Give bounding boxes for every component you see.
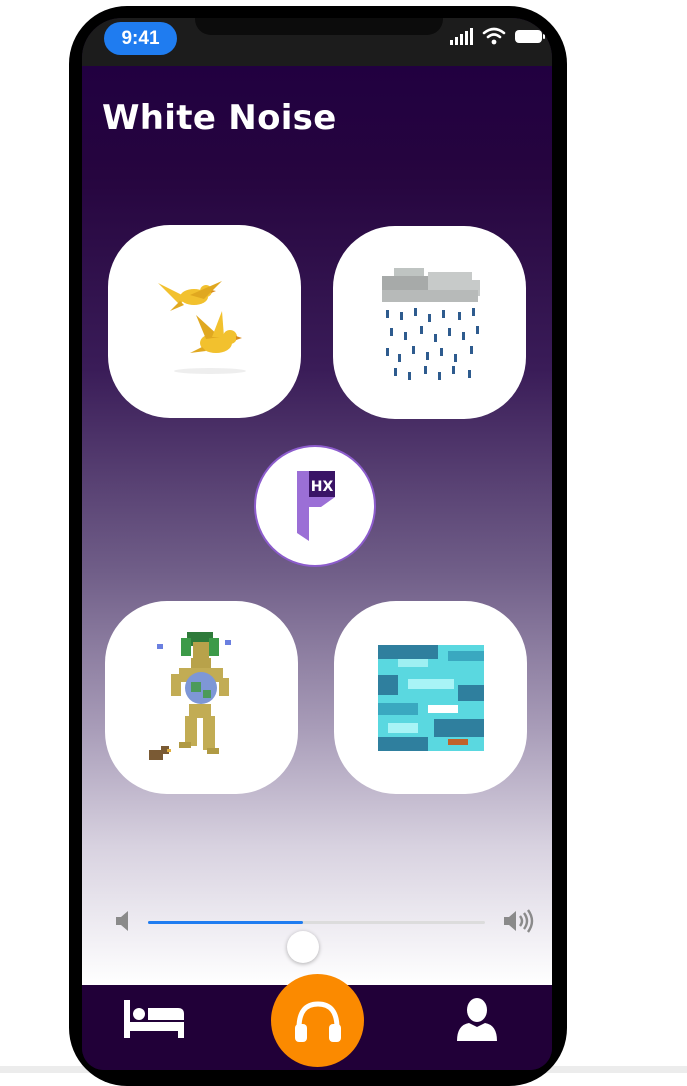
volume-slider-fill bbox=[148, 921, 304, 924]
hx-logo-button[interactable]: HX bbox=[254, 445, 376, 567]
sleep-icon[interactable] bbox=[124, 1000, 184, 1040]
headphones-icon bbox=[294, 1000, 341, 1042]
rain-cloud-icon bbox=[381, 267, 480, 380]
ocean-waves-icon bbox=[377, 644, 484, 751]
profile-icon[interactable] bbox=[455, 997, 499, 1041]
battery-icon bbox=[515, 29, 545, 43]
page-title: White Noise bbox=[102, 98, 337, 138]
volume-control bbox=[82, 896, 552, 963]
wifi-icon bbox=[482, 27, 506, 45]
main-content: White Noise HX bbox=[82, 66, 552, 985]
app-screen: 9:41 White Noise HX bbox=[82, 18, 552, 1070]
hx-logo-icon: HX bbox=[297, 471, 335, 541]
volume-slider[interactable] bbox=[148, 921, 485, 963]
cellular-signal-icon bbox=[450, 27, 473, 45]
headphones-button[interactable] bbox=[271, 974, 364, 1067]
sound-tile-birds[interactable] bbox=[108, 225, 301, 418]
volume-low-icon[interactable] bbox=[114, 909, 132, 933]
status-bar: 9:41 bbox=[82, 18, 552, 66]
birds-icon bbox=[157, 280, 246, 374]
sound-tile-rain[interactable] bbox=[333, 226, 526, 419]
logo-text: HX bbox=[311, 479, 334, 495]
status-time: 9:41 bbox=[104, 22, 177, 55]
earth-goddess-icon bbox=[148, 631, 231, 760]
sound-tile-nature[interactable] bbox=[105, 601, 298, 794]
status-icons bbox=[450, 27, 545, 45]
sound-tile-ocean[interactable] bbox=[334, 601, 527, 794]
notch bbox=[195, 18, 443, 35]
volume-high-icon[interactable] bbox=[502, 908, 536, 934]
volume-slider-thumb[interactable] bbox=[287, 931, 320, 963]
